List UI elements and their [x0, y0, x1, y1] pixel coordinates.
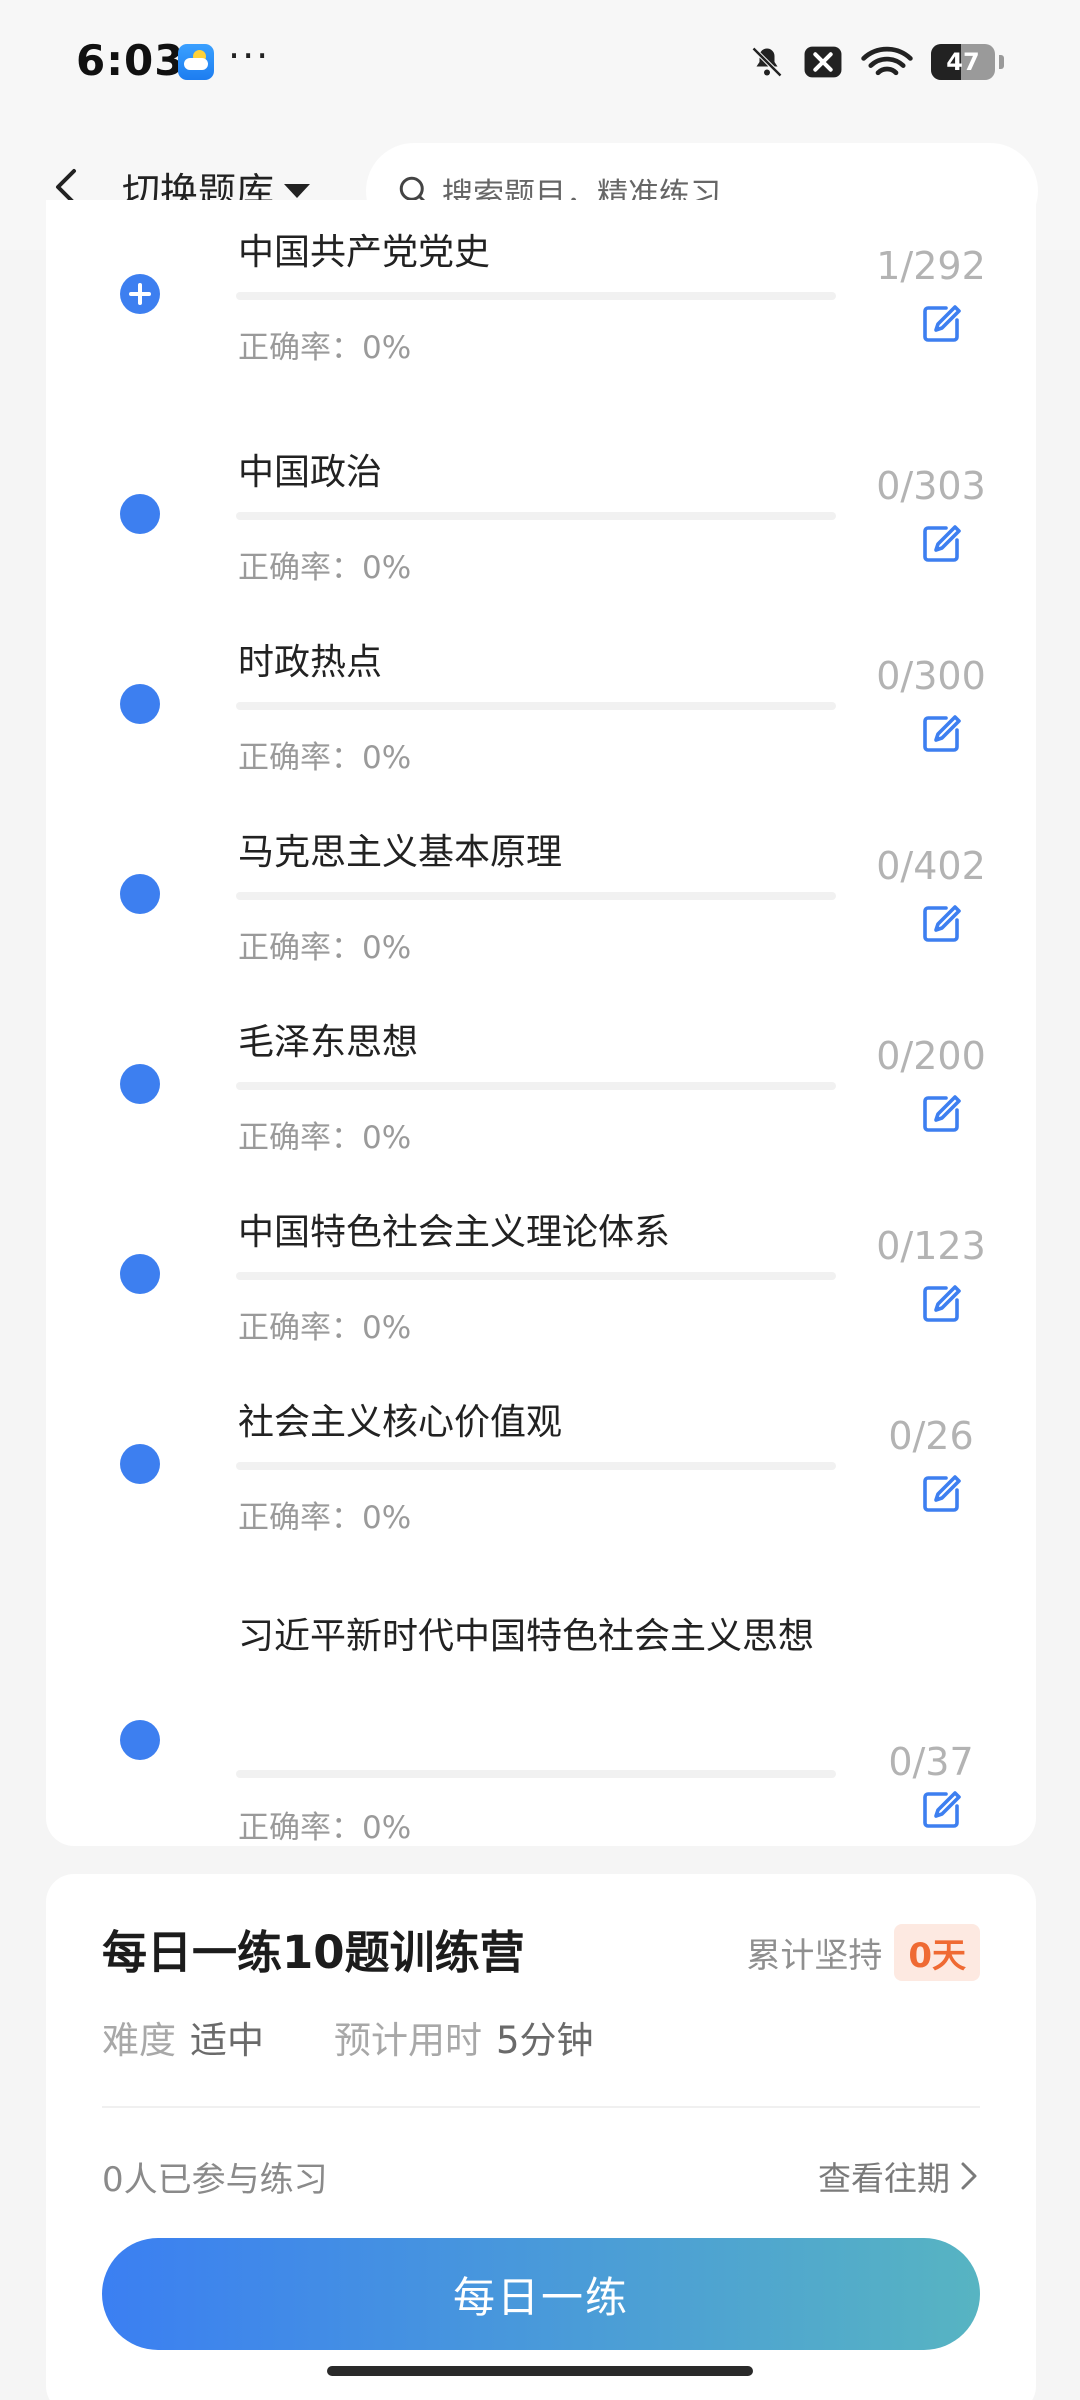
subject-title: 马克思主义基本原理	[238, 832, 563, 873]
status-icons: 47	[747, 40, 1004, 84]
subject-title: 时政热点	[238, 642, 383, 683]
add-circle-icon	[120, 274, 160, 314]
status-dot	[120, 1254, 160, 1294]
screen: 6:03 ··· 47 切换题库 搜索题目，精准练习 中国共产党党史 正确率：0…	[0, 0, 1080, 2400]
progress-bar	[236, 1272, 836, 1280]
subject-title: 习近平新时代中国特色社会主义思想	[238, 1616, 815, 1657]
status-dot	[120, 494, 160, 534]
status-dot	[120, 1720, 160, 1760]
subject-row[interactable]: 习近平新时代中国特色社会主义思想正确率：0% 0/37	[46, 1530, 1036, 1846]
status-dot	[120, 1444, 160, 1484]
battery-icon: 47	[931, 44, 995, 80]
subject-row[interactable]: 毛泽东思想 正确率：0% 0/200	[46, 960, 1036, 1156]
streak-badge: 0天	[894, 1924, 980, 1981]
progress-count: 0/402	[876, 844, 986, 888]
subject-title: 中国政治	[238, 452, 383, 493]
progress-bar	[236, 892, 836, 900]
subject-title: 中国特色社会主义理论体系	[238, 1212, 671, 1253]
wifi-icon	[859, 42, 915, 82]
progress-bar	[236, 512, 836, 520]
progress-bar	[236, 1770, 836, 1778]
subject-title: 毛泽东思想	[238, 1022, 419, 1063]
edit-practice-icon[interactable]	[918, 300, 966, 348]
accuracy-text: 正确率：0%	[238, 330, 412, 366]
subject-row[interactable]: 中国政治 正确率：0% 0/303	[46, 390, 1036, 586]
battery-level-text: 47	[946, 48, 980, 76]
divider	[102, 2106, 980, 2108]
subject-title: 中国共产党党史	[238, 232, 491, 273]
edit-practice-icon[interactable]	[918, 1090, 966, 1138]
subject-row[interactable]: 中国特色社会主义理论体系 正确率：0% 0/123	[46, 1150, 1036, 1346]
progress-bar	[236, 702, 836, 710]
edit-practice-icon[interactable]	[918, 520, 966, 568]
subject-row[interactable]: 时政热点 正确率：0% 0/300	[46, 580, 1036, 776]
progress-count: 0/200	[876, 1034, 986, 1078]
time-label: 预计用时	[334, 2019, 482, 2062]
subject-list-card: 中国共产党党史 正确率：0% 1/292 中国政治 正确率：0% 0/303 时政热点 正确率…	[46, 200, 1036, 1846]
status-bar: 6:03 ··· 47	[0, 0, 1080, 125]
training-meta: 难度 适中 预计用时 5分钟	[102, 2010, 594, 2064]
edit-practice-icon[interactable]	[918, 900, 966, 948]
mute-bell-icon	[747, 42, 787, 82]
view-history-label: 查看往期	[818, 2159, 950, 2198]
edit-practice-icon[interactable]	[918, 1280, 966, 1328]
status-time: 6:03	[76, 36, 185, 85]
progress-count: 0/123	[876, 1224, 986, 1268]
progress-count: 0/303	[876, 464, 986, 508]
progress-count: 1/292	[876, 244, 986, 288]
streak: 累计坚持 0天	[746, 1924, 980, 1981]
accuracy-text: 正确率：0%	[238, 1810, 412, 1846]
edit-practice-icon[interactable]	[918, 1786, 966, 1834]
progress-bar	[236, 1082, 836, 1090]
weather-app-icon	[178, 44, 214, 80]
subject-title: 社会主义核心价值观	[238, 1402, 563, 1443]
status-dot	[120, 874, 160, 914]
no-sim-icon	[803, 42, 843, 82]
chevron-right-icon	[961, 2162, 977, 2190]
participants-count: 0人已参与练习	[102, 2160, 328, 2200]
training-title: 每日一练10题训练营	[102, 1926, 525, 1979]
view-history-link[interactable]: 查看往期	[818, 2152, 980, 2200]
status-dot	[120, 684, 160, 724]
edit-practice-icon[interactable]	[918, 710, 966, 758]
progress-bar	[236, 1462, 836, 1470]
difficulty-value: 适中	[190, 2019, 264, 2062]
home-indicator[interactable]	[327, 2366, 753, 2376]
difficulty-label: 难度	[102, 2019, 176, 2062]
progress-count: 0/300	[876, 654, 986, 698]
battery-cap	[999, 55, 1004, 69]
daily-training-card: 每日一练10题训练营 累计坚持 0天 难度 适中 预计用时 5分钟 0人已参与练…	[46, 1874, 1036, 2400]
edit-practice-icon[interactable]	[918, 1470, 966, 1518]
more-notifications-icon: ···	[228, 34, 271, 78]
streak-label: 累计坚持	[746, 1936, 883, 1976]
subject-row[interactable]: 马克思主义基本原理 正确率：0% 0/402	[46, 770, 1036, 966]
subject-row[interactable]: 社会主义核心价值观 正确率：0% 0/26	[46, 1340, 1036, 1536]
progress-count: 0/26	[888, 1414, 974, 1458]
progress-bar	[236, 292, 836, 300]
subject-row[interactable]: 中国共产党党史正确率：0% 1/292	[46, 170, 1036, 366]
time-value: 5分钟	[496, 2019, 594, 2062]
status-dot	[120, 1064, 160, 1104]
daily-practice-button[interactable]: 每日一练	[102, 2238, 980, 2350]
progress-count: 0/37	[888, 1740, 974, 1784]
